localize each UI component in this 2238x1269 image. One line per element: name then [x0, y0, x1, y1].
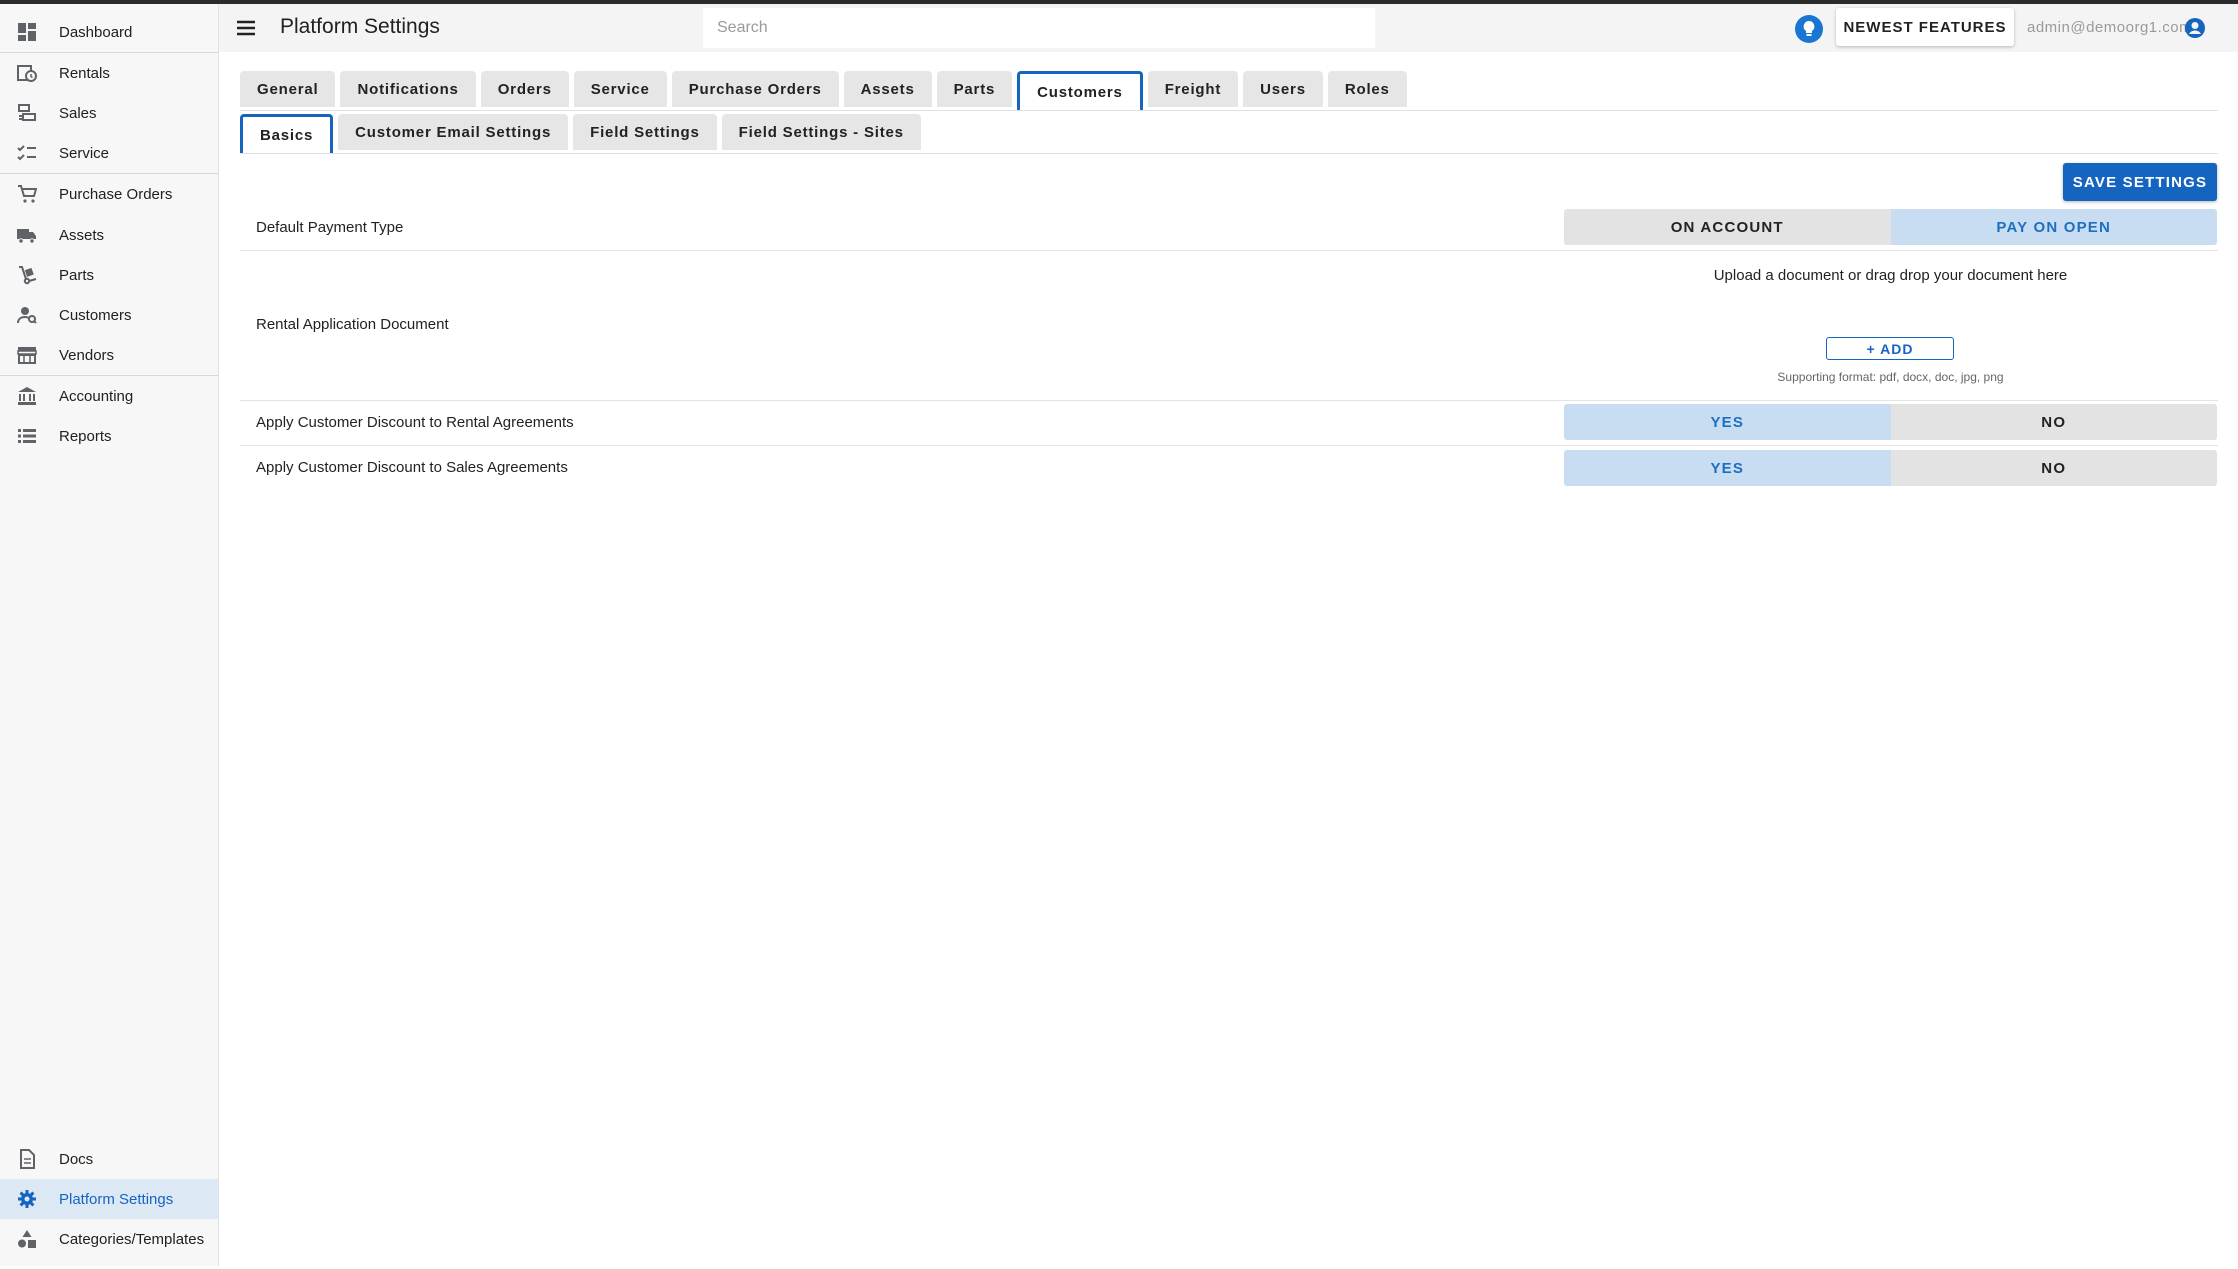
rentals-icon — [17, 63, 37, 83]
sidebar-item-platform-settings[interactable]: Platform Settings — [0, 1179, 218, 1219]
tab-customers[interactable]: Customers — [1017, 71, 1143, 110]
subtab-customer-email-settings[interactable]: Customer Email Settings — [338, 114, 569, 150]
sidebar-item-purchase-orders[interactable]: Purchase Orders — [0, 174, 218, 214]
sidebar-item-label: Vendors — [59, 346, 115, 364]
sidebar-item-label: Reports — [59, 427, 112, 445]
row-divider — [240, 445, 2218, 446]
sidebar-item-sales[interactable]: Sales — [0, 93, 218, 133]
tab-notifications[interactable]: Notifications — [340, 71, 476, 107]
sidebar-item-parts[interactable]: Parts — [0, 255, 218, 295]
sidebar-item-service[interactable]: Service — [0, 133, 218, 174]
sidebar-item-label: Assets — [59, 226, 105, 244]
sidebar-item-customers[interactable]: Customers — [0, 295, 218, 335]
tab-service[interactable]: Service — [573, 71, 667, 107]
rental-discount-no-option[interactable]: NO — [1890, 404, 2217, 440]
sidebar-item-vendors[interactable]: Vendors — [0, 335, 218, 376]
tab-assets[interactable]: Assets — [843, 71, 932, 107]
sidebar-item-label: Customers — [59, 306, 132, 324]
user-email: admin@demoorg1.com — [2027, 19, 2193, 36]
subtab-divider — [240, 153, 2218, 154]
row-divider — [240, 400, 2218, 401]
payment-type-toggle: ON ACCOUNT PAY ON OPEN — [1564, 209, 2217, 245]
sidebar-item-categories-templates[interactable]: Categories/Templates — [0, 1219, 218, 1259]
document-icon — [17, 1149, 37, 1169]
tab-purchase-orders[interactable]: Purchase Orders — [671, 71, 839, 107]
dolly-icon — [17, 265, 37, 285]
save-settings-button[interactable]: SAVE SETTINGS — [2063, 163, 2217, 201]
truck-icon — [17, 225, 37, 245]
sidebar-item-label: Dashboard — [59, 23, 133, 41]
default-payment-type-label: Default Payment Type — [256, 219, 404, 236]
newest-features-button[interactable]: NEWEST FEATURES — [1836, 8, 2014, 46]
sidebar-item-label: Parts — [59, 266, 95, 284]
pay-on-open-option[interactable]: PAY ON OPEN — [1890, 209, 2217, 245]
tab-roles[interactable]: Roles — [1327, 71, 1407, 107]
tab-divider — [240, 110, 2218, 111]
customers-icon — [17, 305, 37, 325]
service-icon — [17, 143, 37, 163]
subtab-field-settings-sites[interactable]: Field Settings - Sites — [721, 114, 921, 150]
sales-icon — [17, 103, 37, 123]
customer-subtabs: Basics Customer Email Settings Field Set… — [240, 114, 926, 154]
tab-orders[interactable]: Orders — [480, 71, 569, 107]
sales-discount-yes-option[interactable]: YES — [1564, 450, 1891, 486]
tab-users[interactable]: Users — [1243, 71, 1323, 107]
supported-formats-text: Supporting format: pdf, docx, doc, jpg, … — [1777, 370, 2004, 384]
sidebar-item-label: Docs — [59, 1150, 94, 1168]
rental-discount-toggle: YES NO — [1564, 404, 2217, 440]
bank-icon — [17, 386, 37, 406]
rental-application-document-label: Rental Application Document — [256, 316, 449, 333]
on-account-option[interactable]: ON ACCOUNT — [1564, 209, 1891, 245]
menu-icon[interactable] — [235, 17, 257, 39]
list-icon — [17, 426, 37, 446]
upload-dropzone-text[interactable]: Upload a document or drag drop your docu… — [1564, 267, 2217, 284]
storefront-icon — [17, 345, 37, 365]
sales-discount-label: Apply Customer Discount to Sales Agreeme… — [256, 459, 568, 476]
dashboard-icon — [17, 22, 37, 42]
subtab-basics[interactable]: Basics — [240, 114, 334, 153]
sidebar-item-rentals[interactable]: Rentals — [0, 53, 218, 93]
sidebar-item-label: Accounting — [59, 387, 134, 405]
sales-discount-no-option[interactable]: NO — [1890, 450, 2217, 486]
sidebar-item-accounting[interactable]: Accounting — [0, 376, 218, 416]
account-icon[interactable] — [2184, 17, 2206, 39]
page-title: Platform Settings — [280, 15, 440, 38]
sidebar-item-label: Sales — [59, 104, 97, 122]
shapes-icon — [17, 1229, 37, 1249]
lightbulb-icon[interactable] — [1795, 15, 1823, 43]
sidebar-item-docs[interactable]: Docs — [0, 1139, 218, 1179]
add-document-button[interactable]: + ADD — [1826, 337, 1954, 360]
sidebar: Dashboard Rentals Sales Service Purchase… — [0, 4, 219, 1266]
sidebar-item-dashboard[interactable]: Dashboard — [0, 12, 218, 53]
sales-discount-toggle: YES NO — [1564, 450, 2217, 486]
settings-tabs: General Notifications Orders Service Pur… — [240, 71, 1412, 111]
tab-general[interactable]: General — [240, 71, 336, 107]
sidebar-item-label: Categories/Templates — [59, 1230, 205, 1248]
sidebar-item-reports[interactable]: Reports — [0, 416, 218, 456]
rental-discount-yes-option[interactable]: YES — [1564, 404, 1891, 440]
rental-discount-label: Apply Customer Discount to Rental Agreem… — [256, 414, 574, 431]
row-divider — [240, 250, 2218, 251]
sidebar-item-assets[interactable]: Assets — [0, 215, 218, 255]
sidebar-item-label: Platform Settings — [59, 1190, 174, 1208]
app-header: Platform Settings NEWEST FEATURES admin@… — [219, 4, 2238, 52]
search-input[interactable] — [703, 8, 1375, 48]
subtab-field-settings[interactable]: Field Settings — [573, 114, 717, 150]
cart-icon — [17, 184, 37, 204]
sidebar-item-label: Rentals — [59, 64, 110, 82]
sidebar-item-label: Purchase Orders — [59, 185, 173, 203]
gear-icon — [17, 1189, 37, 1209]
sidebar-item-label: Service — [59, 144, 110, 162]
tab-parts[interactable]: Parts — [936, 71, 1013, 107]
tab-freight[interactable]: Freight — [1147, 71, 1239, 107]
